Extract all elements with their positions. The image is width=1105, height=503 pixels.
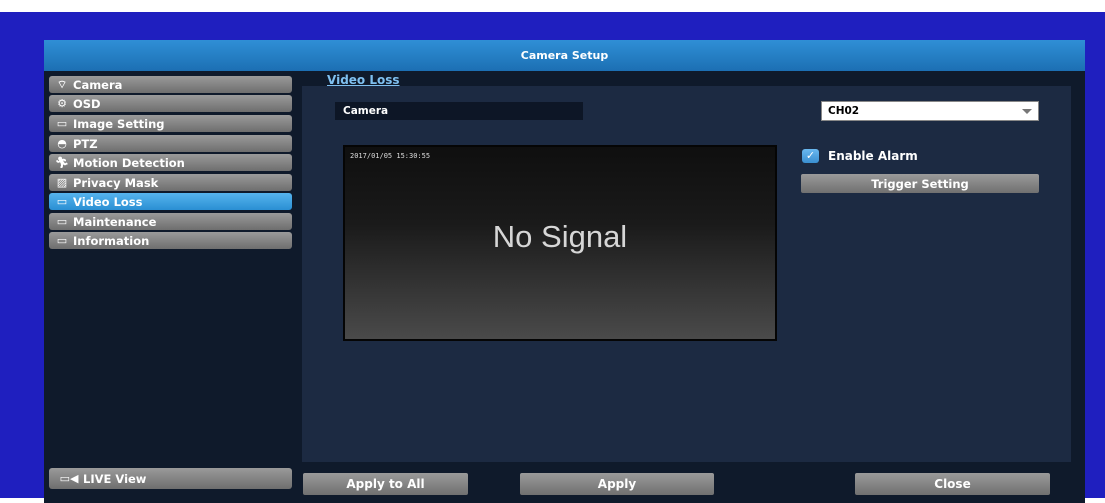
- camera-setup-window: Camera Setup ⌔ Camera ⚙ OSD ▭ Image Sett…: [44, 40, 1085, 503]
- apply-to-all-button[interactable]: Apply to All: [303, 473, 468, 495]
- enable-alarm-toggle[interactable]: ✓ Enable Alarm: [802, 149, 918, 163]
- sidebar-item-maintenance[interactable]: ▭ Maintenance: [49, 213, 292, 230]
- sidebar-item-osd[interactable]: ⚙ OSD: [49, 95, 292, 112]
- sidebar-item-label: Privacy Mask: [73, 175, 159, 190]
- monitor-icon: ▭: [56, 214, 68, 228]
- video-preview: 2017/01/05 15:30:55 No Signal: [343, 145, 777, 341]
- sidebar-item-label: Motion Detection: [73, 155, 185, 170]
- mask-icon: ▨: [56, 175, 68, 189]
- checkbox-checked-icon[interactable]: ✓: [802, 149, 819, 163]
- no-signal-text: No Signal: [492, 219, 628, 254]
- motion-icon: 🏃︎: [55, 155, 69, 169]
- chevron-down-icon: [1022, 109, 1032, 114]
- sidebar-item-label: Video Loss: [73, 194, 143, 209]
- video-timestamp: 2017/01/05 15:30:55: [350, 152, 431, 160]
- ptz-icon: ◓: [57, 136, 67, 150]
- camera-label: Camera: [335, 102, 583, 120]
- sidebar-item-label: Image Setting: [73, 116, 165, 131]
- sidebar-item-image-setting[interactable]: ▭ Image Setting: [49, 115, 292, 132]
- monitor-icon: ▭: [56, 194, 68, 208]
- monitor-icon: ▭: [56, 233, 68, 247]
- sidebar-item-ptz[interactable]: ◓ PTZ: [49, 135, 292, 152]
- main-panel: Camera CH02 2017/01/05 15:30:55 No Signa…: [302, 86, 1071, 462]
- apply-button[interactable]: Apply: [520, 473, 714, 495]
- sidebar-item-information[interactable]: ▭ Information: [49, 232, 292, 249]
- sidebar-item-privacy-mask[interactable]: ▨ Privacy Mask: [49, 174, 292, 191]
- sidebar-item-label: Information: [73, 233, 150, 248]
- sidebar-item-label: Maintenance: [73, 214, 157, 229]
- channel-select[interactable]: CH02: [821, 101, 1039, 121]
- live-view-icon: ▭◀: [59, 471, 79, 485]
- sidebar-item-video-loss[interactable]: ▭ Video Loss: [49, 193, 292, 210]
- sidebar-item-label: OSD: [73, 96, 101, 111]
- osd-icon: ⚙: [57, 96, 67, 110]
- live-view-label: LIVE View: [83, 471, 147, 486]
- outer-frame: Camera Setup ⌔ Camera ⚙ OSD ▭ Image Sett…: [0, 12, 1105, 503]
- channel-value: CH02: [828, 105, 860, 117]
- section-title-link[interactable]: Video Loss: [327, 73, 400, 87]
- sidebar-item-label: PTZ: [73, 136, 98, 151]
- trigger-setting-button[interactable]: Trigger Setting: [801, 174, 1039, 193]
- close-button[interactable]: Close: [855, 473, 1050, 495]
- enable-alarm-label: Enable Alarm: [828, 149, 918, 163]
- image-icon: ▭: [56, 116, 68, 130]
- sidebar-item-camera[interactable]: ⌔ Camera: [49, 76, 292, 93]
- sidebar-item-label: Camera: [73, 77, 123, 92]
- camera-icon: ⌔: [56, 77, 68, 91]
- live-view-button[interactable]: ▭◀ LIVE View: [49, 468, 292, 489]
- sidebar-item-motion-detection[interactable]: 🏃︎ Motion Detection: [49, 154, 292, 171]
- window-title: Camera Setup: [44, 40, 1085, 71]
